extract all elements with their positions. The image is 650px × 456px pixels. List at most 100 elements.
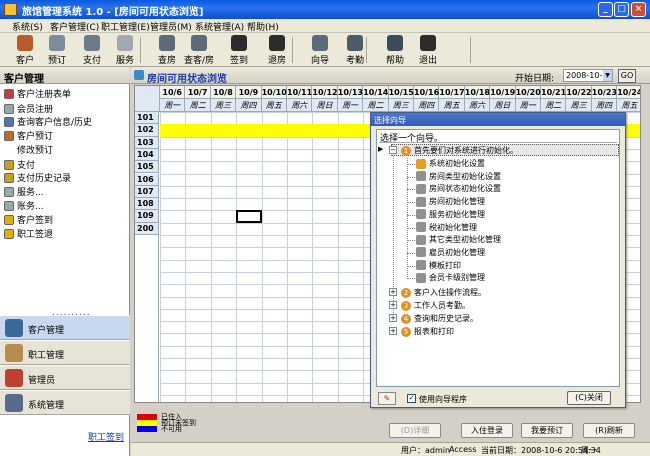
close-button[interactable]: × (631, 2, 646, 17)
detail-button[interactable]: (D)详细 (389, 423, 441, 438)
nav-customer[interactable]: 客户管理 (0, 315, 130, 340)
expand-toggle[interactable]: + (389, 314, 397, 322)
toolbar-pay-button[interactable]: 支付 (75, 35, 109, 66)
room-row-header[interactable]: 106 (135, 173, 159, 186)
room-row-header[interactable]: 101 (135, 112, 159, 125)
sidebar-item-10[interactable]: 职工签退 (4, 227, 53, 240)
toolbar-separator (292, 37, 293, 63)
reserve-button[interactable]: 我要预订 (521, 423, 573, 438)
wizard-icon[interactable]: ✎ (378, 392, 396, 405)
toolbar-help-button[interactable]: 帮助 (378, 35, 412, 66)
nav-server[interactable]: 系统管理 (0, 390, 130, 415)
menu-customer[interactable]: 客户管理(C) (50, 20, 99, 33)
room-row-header[interactable]: 105 (135, 161, 159, 174)
sidebar-item-2[interactable]: 查询客户信息/历史 (4, 115, 92, 128)
wizard-item[interactable]: 税初始化管理 (416, 222, 477, 234)
menu-sysadmin[interactable]: 系统管理(A) (195, 20, 244, 33)
panel-title: 房间可用状态浏览 (147, 74, 227, 85)
toolbar-reserve-button[interactable]: 预订 (40, 35, 74, 66)
menu-employee[interactable]: 职工管理(E) (101, 20, 150, 33)
status-bar: 用户：admin Access 当前日期：2008-10-6 20:54:34 … (131, 442, 650, 456)
wizard-item-label: 税初始化管理 (429, 222, 477, 232)
title-bar: 旅馆管理系统 1.0 - [房间可用状态浏览] _ □ × (0, 0, 650, 19)
sidebar-item-3[interactable]: 客户预订 (4, 129, 53, 142)
app-icon (4, 3, 17, 16)
toolbar-label: 签到 (229, 56, 248, 66)
date-header: 10/10 (261, 86, 287, 99)
tree-line (407, 164, 415, 165)
room-row-header[interactable]: 109 (135, 210, 159, 223)
expand-toggle[interactable]: + (389, 327, 397, 335)
room-row-header[interactable]: 104 (135, 148, 159, 162)
sidebar-item-1[interactable]: 会员注册 (4, 102, 53, 115)
room-row-header[interactable]: 102 (135, 124, 159, 137)
wizard-title: 选择向导 (371, 113, 625, 126)
handshake-icon (5, 344, 23, 362)
toolbar-label: 查房 (157, 56, 176, 66)
room-row-header[interactable]: 103 (135, 136, 159, 149)
room-row-header[interactable]: 107 (135, 185, 159, 199)
wizard-item[interactable]: 服务初始化管理 (416, 209, 485, 221)
sidebar-item-5[interactable]: 支付 (4, 158, 35, 171)
weekday-header: 周一 (515, 99, 541, 112)
use-wizard-checkbox[interactable]: ✓ (407, 394, 416, 403)
menu-admin[interactable]: 管理员(M) (150, 20, 192, 33)
date-header: 10/12 (312, 86, 338, 99)
wizard-item[interactable]: 房间初始化管理 (416, 196, 485, 208)
refresh-button[interactable]: (R)刷新 (583, 423, 635, 438)
sidebar-item-4[interactable]: 修改预订 (4, 143, 53, 156)
tools-icon (5, 369, 23, 387)
wizard-item[interactable]: 房间状态初始化设置 (416, 183, 501, 195)
checkin-register-button[interactable]: 入住登录 (461, 423, 513, 438)
tree-line (407, 252, 415, 254)
expand-toggle[interactable]: + (389, 288, 397, 296)
server-icon (5, 394, 23, 412)
toolbar-customer-button[interactable]: 客户 (8, 35, 42, 66)
wizard-item[interactable]: 模板打印 (416, 260, 461, 272)
doc-icon (4, 200, 14, 211)
sidebar-item-7[interactable]: 服务... (4, 185, 44, 198)
selected-cell[interactable] (236, 210, 262, 223)
sidebar-item-8[interactable]: 账务... (4, 199, 44, 212)
sidebar-item-0[interactable]: 客户注册表单 (4, 87, 71, 100)
wizard-group-5[interactable]: 5 报表和打印 (401, 326, 454, 338)
room-row-header[interactable]: 200 (135, 222, 159, 235)
wizard-group-3[interactable]: 3 工作人员考勤。 (401, 300, 470, 312)
toolbar-exit-button[interactable]: 退出 (411, 35, 445, 66)
wizard-group-2[interactable]: 2 客户入住操作流程。 (401, 287, 486, 299)
wizard-item[interactable]: 房间类型初始化设置 (416, 171, 501, 183)
wizard-item[interactable]: 其它类型初始化管理 (416, 234, 501, 246)
tree-line (407, 214, 415, 216)
wizard-item-label: 会员卡级别管理 (429, 273, 485, 283)
nav-tools[interactable]: 管理员 (0, 365, 130, 390)
sidebar-item-6[interactable]: 支付历史记录 (4, 171, 71, 184)
wizard-item[interactable]: 雇员初始化管理 (416, 247, 485, 259)
wizard-close-button[interactable]: (C)关闭 (567, 391, 611, 405)
expand-toggle[interactable]: + (389, 301, 397, 309)
menu-help[interactable]: 帮助(H) (247, 20, 279, 33)
customer-icon (5, 319, 23, 337)
toolbar-wizard-button[interactable]: 向导 (303, 35, 337, 66)
menu-system[interactable]: 系统(S) (12, 20, 43, 33)
toolbar-search-button[interactable]: 查客/房 (182, 35, 216, 66)
weekday-header: 周三 (388, 99, 414, 112)
collapse-toggle[interactable]: − (389, 146, 397, 154)
staff-signin-link[interactable]: 职工签到 (88, 430, 124, 443)
toolbar-service-button[interactable]: 服务 (108, 35, 142, 66)
nav-handshake[interactable]: 职工管理 (0, 340, 130, 365)
toolbar-check-out-button[interactable]: 退房 (260, 35, 294, 66)
toolbar-check-in-button[interactable]: 签到 (222, 35, 256, 66)
wizard-item[interactable]: 会员卡级别管理 (416, 272, 485, 284)
go-button[interactable]: GO (618, 69, 636, 83)
toolbar-room-check-button[interactable]: 查房 (150, 35, 184, 66)
minimize-button[interactable]: _ (598, 2, 613, 17)
sidebar-item-9[interactable]: 客户签到 (4, 213, 53, 226)
wizard-group-4[interactable]: 4 查询和历史记录。 (401, 313, 478, 325)
weekday-header: 周四 (591, 99, 618, 112)
wizard-group-1[interactable]: 1 首先要们对系统进行初始化。 (401, 145, 518, 157)
room-row-header[interactable]: 108 (135, 198, 159, 211)
chevron-down-icon[interactable]: ▼ (603, 70, 612, 81)
weekday-header: 周五 (617, 99, 640, 112)
wizard-item[interactable]: 系统初始化设置 (416, 158, 485, 170)
maximize-button[interactable]: □ (614, 2, 629, 17)
